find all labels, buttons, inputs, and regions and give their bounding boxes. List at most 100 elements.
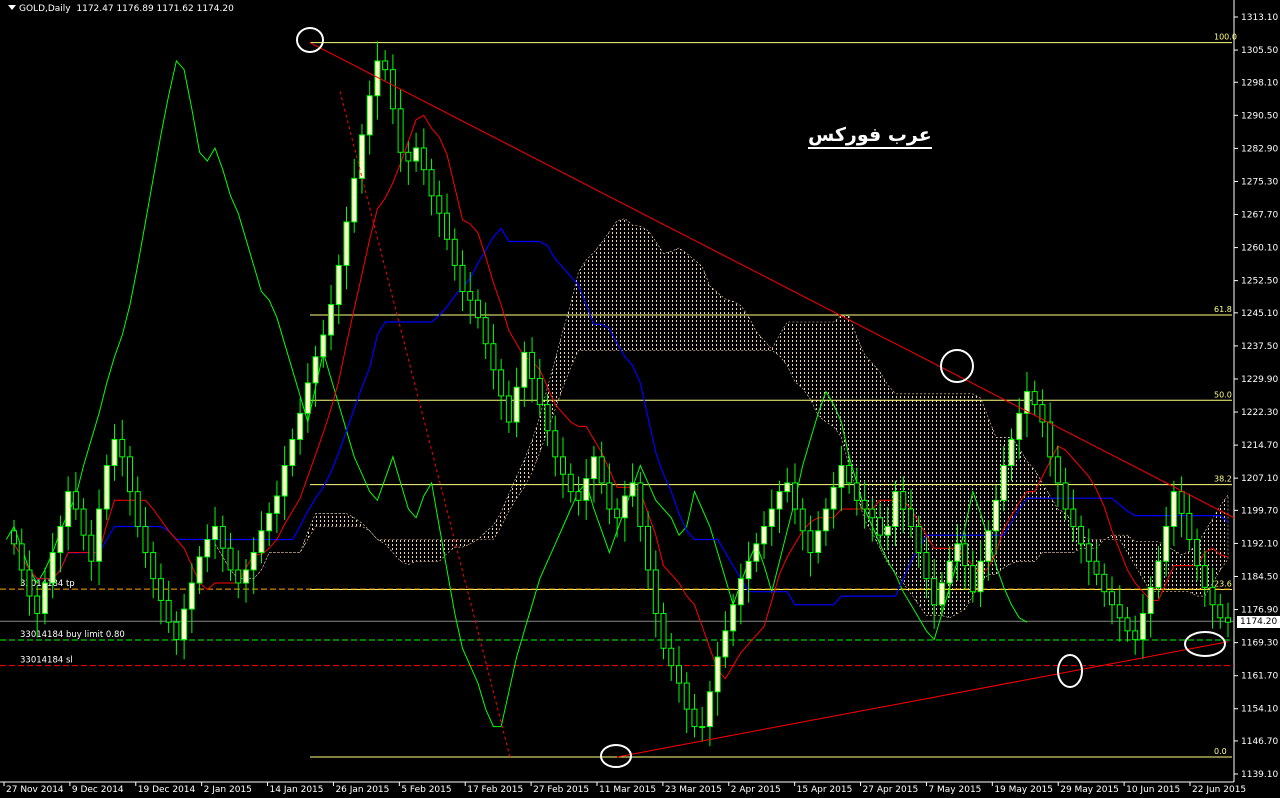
current-price-tag: 1174.20 [1237,616,1280,628]
candle-body [544,404,551,432]
candle-body [583,478,590,501]
candle-body [358,134,365,179]
candle-body [629,482,636,497]
price-tick-label: 1260.10 [1241,244,1278,254]
candle-body [1155,560,1162,588]
candle-body [413,147,420,162]
candle-body [737,578,744,606]
order-label: 33014184 buy limit 0.80 [20,630,125,640]
candle-body [1163,525,1170,562]
chart-header: GOLD,Daily 1172.47 1176.89 1171.62 1174.… [8,4,234,14]
candle-body [791,482,798,510]
price-tick-label: 1298.10 [1241,78,1278,88]
price-tick-label: 1169.30 [1241,639,1278,649]
candle-body [938,582,945,606]
candle-body [420,147,427,171]
candle-body [683,682,690,710]
candle-body [1201,565,1208,588]
kumo-cloud [214,218,1229,619]
price-tick-label: 1222.30 [1241,408,1278,418]
candle-body [18,543,25,571]
candle-body [884,525,891,536]
candle-body [993,499,1000,532]
candle-body [126,456,133,493]
time-tick-label: 7 May 2015 [928,785,981,795]
dashed-trendline [339,91,511,758]
candle-body [536,378,543,406]
candle-body [366,95,373,136]
candle-body [119,438,126,458]
time-tick-label: 9 Dec 2014 [72,785,124,795]
fib-label: 61.8 [1214,305,1232,314]
candle-body [1062,482,1069,510]
candle-body [1101,573,1108,593]
time-tick-label: 17 Feb 2015 [467,785,523,795]
time-axis: 27 Nov 2014 9 Dec 2014 19 Dec 2014 2 Jan 20… [3,782,1246,795]
candle-body [1147,586,1154,614]
price-tick-label: 1214.70 [1241,441,1278,451]
candle-body [815,530,822,554]
candle-body [923,552,930,580]
candle-body [877,517,884,536]
candle-body [784,482,791,493]
candle-body [853,482,860,501]
price-tick-label: 1176.90 [1241,606,1278,616]
circle-marker [600,744,632,768]
candle-body [691,708,698,728]
candle-body [1008,438,1015,467]
candle-body [846,465,853,484]
candle-body [560,456,567,475]
candle-body [227,547,234,571]
candle-body [343,221,350,266]
fibonacci-retracement[interactable]: 100.0 61.8 50.0 38.2 23.6 0.0 [310,33,1237,758]
candle-body [26,569,33,597]
candle-body [1170,491,1177,527]
candle-body [320,334,327,358]
candle-body [722,630,729,658]
candle-body [250,552,257,571]
candle-body [405,151,412,162]
candle-body [675,665,682,684]
candle-body [1116,604,1123,619]
candle-body [467,291,474,301]
candle-body [645,525,652,571]
dropdown-arrow-icon[interactable] [8,5,16,10]
candle-body [273,495,280,514]
candle-body [761,525,768,545]
candle-body [212,525,219,541]
candle-body [660,612,667,649]
candle-body [397,108,404,153]
chart-grid [0,0,1235,783]
tenkan-sen-line [13,114,1229,680]
ohlc-values: 1172.47 1176.89 1171.62 1174.20 [76,4,234,14]
indicator-lines [5,59,1229,728]
candle-body [1139,612,1146,641]
price-tick-label: 1237.50 [1241,342,1278,352]
candle-body [103,465,110,510]
candle-body [65,491,72,527]
time-tick-label: 26 Jan 2015 [335,785,389,795]
price-tick-label: 1275.30 [1241,177,1278,187]
order-label: 33014184 sl [20,656,73,666]
price-tick-label: 1154.10 [1241,705,1278,715]
candle-body [1031,391,1038,406]
circle-marker [940,349,974,383]
candle-body [88,534,95,562]
candle-body [1194,539,1201,567]
resistance-trendline [309,42,1235,519]
candle-body [699,726,706,729]
candle-body [907,508,914,527]
candle-body [575,491,582,501]
circle-annotations [296,27,1226,768]
candle-body [96,508,103,562]
candle-body [730,604,737,632]
candle-body [900,491,907,510]
candle-body [204,539,211,558]
candle-body [11,530,17,545]
candle-body [312,356,319,384]
circle-marker [296,27,324,53]
time-tick-label: 22 Jun 2015 [1192,785,1246,795]
candle-body [150,552,157,580]
fib-label: 38.2 [1214,475,1232,484]
price-chart[interactable]: 100.061.850.038.223.60.0 33014184 tp3301… [0,0,1280,798]
